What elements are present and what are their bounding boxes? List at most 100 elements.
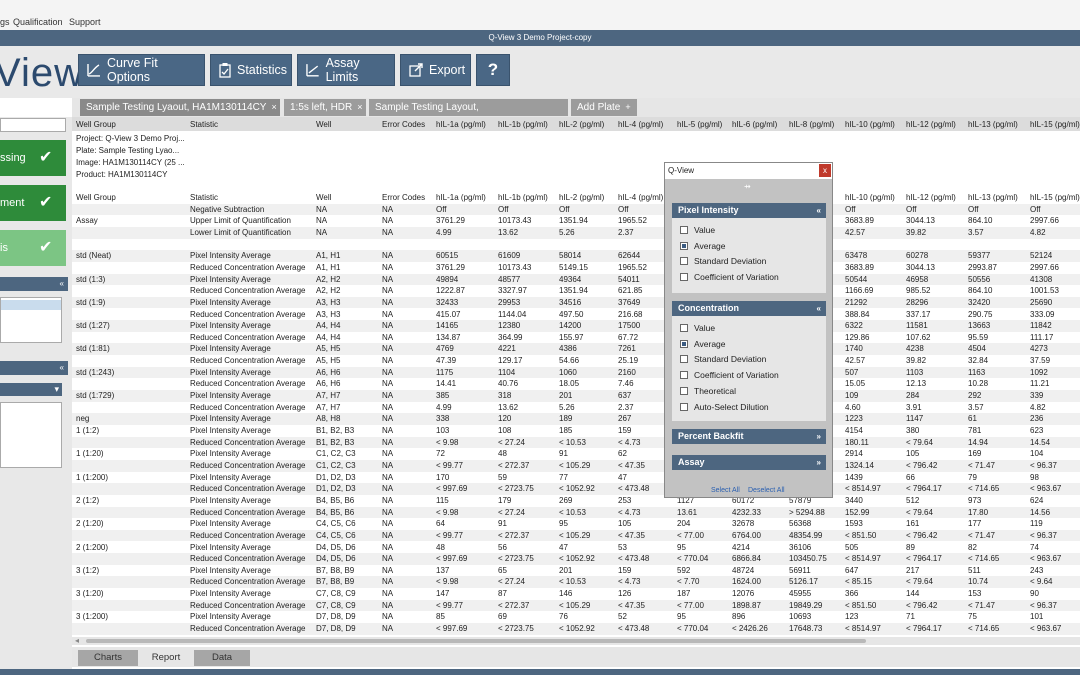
- column-header[interactable]: hIL-5 (pg/ml): [677, 120, 722, 129]
- column-header[interactable]: hIL-1a (pg/ml): [436, 120, 486, 129]
- checkbox[interactable]: [680, 355, 688, 364]
- tab-data[interactable]: Data: [194, 650, 250, 666]
- column-header[interactable]: hIL-10 (pg/ml): [845, 120, 895, 129]
- scrollbar-thumb[interactable]: [86, 639, 866, 643]
- column-header[interactable]: hIL-2 (pg/ml): [559, 120, 604, 129]
- select-all-link[interactable]: Select All: [711, 487, 740, 494]
- app-logo: View: [0, 51, 84, 95]
- close-icon[interactable]: x: [819, 164, 831, 177]
- table-cell: NA: [382, 507, 394, 517]
- checkbox[interactable]: [680, 273, 688, 282]
- sidebar-item-alignment[interactable]: ment ✔: [0, 185, 66, 221]
- table-cell: < 963.67: [1030, 484, 1062, 494]
- table-cell: neg: [76, 414, 90, 424]
- checkbox[interactable]: [680, 339, 688, 348]
- assay-limits-button[interactable]: Assay Limits: [297, 54, 395, 86]
- column-header[interactable]: hIL-1b (pg/ml): [498, 120, 548, 129]
- sidebar-list-selected[interactable]: [1, 300, 61, 310]
- table-row: 2 (1:2) Pixel Intensity Average B4, B5, B6…: [72, 495, 1080, 507]
- menu-item-qualification[interactable]: Qualification: [13, 17, 63, 27]
- table-cell: < 770.04: [677, 624, 709, 634]
- column-header[interactable]: hIL-8 (pg/ml): [789, 120, 834, 129]
- help-button[interactable]: ?: [476, 54, 510, 86]
- option-coefficient-of-variation[interactable]: Coefficient of Variation: [680, 272, 779, 282]
- option-standard-deviation[interactable]: Standard Deviation: [680, 256, 766, 266]
- option-auto-select-dilution[interactable]: Auto-Select Dilution: [680, 402, 769, 412]
- table-cell: A5, H5: [316, 356, 341, 366]
- sidebar-dropdown[interactable]: ▾: [0, 383, 62, 396]
- sidebar-section-header[interactable]: «: [0, 277, 68, 291]
- sidebar-list[interactable]: [0, 402, 62, 468]
- checkbox[interactable]: [680, 324, 688, 332]
- table-cell: 179: [498, 495, 512, 505]
- table-cell: 91: [559, 449, 568, 459]
- table-cell: < 105.29: [559, 530, 591, 540]
- table-row: Reduced Concentration Average D7, D8, D9 N…: [72, 623, 1080, 635]
- column-header[interactable]: Statistic: [190, 120, 218, 129]
- horizontal-scrollbar[interactable]: ◂: [72, 636, 1080, 645]
- option-standard-deviation[interactable]: Standard Deviation: [680, 354, 766, 364]
- checkbox[interactable]: [680, 241, 688, 250]
- table-cell: D1, D2, D3: [316, 484, 356, 494]
- sidebar-list[interactable]: [0, 297, 62, 343]
- sidebar-search-input[interactable]: [0, 118, 66, 132]
- table-cell: 13663: [968, 321, 991, 331]
- sidebar-item-processing[interactable]: ssing ✔: [0, 140, 66, 176]
- column-header[interactable]: Well Group: [76, 120, 116, 129]
- scroll-left-icon[interactable]: ◂: [75, 636, 79, 645]
- option-average[interactable]: Average: [680, 241, 726, 251]
- checkbox[interactable]: [680, 257, 688, 266]
- table-cell: NA: [382, 554, 394, 564]
- plate-tabs: Sample Testing Lyaout, HA1M130114CY × 1:5…: [72, 98, 1080, 130]
- table-cell: 385: [436, 391, 450, 401]
- tab-charts[interactable]: Charts: [78, 650, 138, 666]
- menu-item-support[interactable]: Support: [69, 17, 101, 27]
- tab-1-5s-left-hdr[interactable]: 1:5s left, HDR ×: [284, 99, 366, 116]
- table-cell: 973: [968, 495, 982, 505]
- checkbox[interactable]: [680, 386, 688, 395]
- column-header[interactable]: hIL-6 (pg/ml): [732, 120, 777, 129]
- close-icon[interactable]: ×: [357, 102, 362, 112]
- tab-sample-testing-layout-rcsm[interactable]: Sample Testing Layout, RCSM120622CY×: [369, 99, 568, 130]
- sidebar-item-analysis[interactable]: is ✔: [0, 230, 66, 266]
- column-header[interactable]: hIL-13 (pg/ml): [968, 120, 1018, 129]
- table-cell: NA: [382, 624, 394, 634]
- tab-add-plate[interactable]: Add Plate +: [571, 99, 637, 116]
- option-label: Average: [694, 338, 726, 349]
- column-header[interactable]: hIL-15 (pg/ml): [1030, 120, 1080, 129]
- pixel-intensity-header[interactable]: Pixel Intensity «: [672, 203, 826, 218]
- chevron-down-icon: ▾: [54, 384, 59, 394]
- option-theoretical[interactable]: Theoretical: [680, 386, 736, 396]
- column-header[interactable]: Well: [316, 120, 331, 129]
- checkbox[interactable]: [680, 371, 688, 380]
- column-header[interactable]: hIL-12 (pg/ml): [906, 120, 956, 129]
- assay-header[interactable]: Assay »: [672, 455, 826, 470]
- option-coefficient-of-variation[interactable]: Coefficient of Variation: [680, 370, 779, 380]
- table-cell: 42.57: [845, 227, 866, 237]
- table-cell: 61609: [498, 251, 521, 261]
- close-icon[interactable]: ×: [271, 102, 276, 112]
- tab-report[interactable]: Report: [138, 650, 194, 666]
- statistics-button[interactable]: Statistics: [210, 54, 292, 86]
- menu-item-settings[interactable]: gs: [0, 17, 10, 27]
- table-cell: NA: [382, 484, 394, 494]
- popup-title: Q-View: [665, 163, 832, 179]
- checkbox[interactable]: [680, 402, 688, 411]
- export-button[interactable]: Export: [400, 54, 471, 86]
- option-average[interactable]: Average: [680, 339, 726, 349]
- pin-icon[interactable]: ⇸: [744, 182, 751, 191]
- column-header[interactable]: Error Codes: [382, 120, 425, 129]
- concentration-header[interactable]: Concentration «: [672, 301, 826, 316]
- sidebar-section-header[interactable]: «: [0, 361, 68, 375]
- percent-backfit-header[interactable]: Percent Backfit »: [672, 429, 826, 444]
- column-header[interactable]: hIL-4 (pg/ml): [618, 120, 663, 129]
- option-value[interactable]: Value: [680, 323, 715, 333]
- table-cell: 101: [1030, 612, 1044, 622]
- tab-sample-testing-lyaout[interactable]: Sample Testing Lyaout, HA1M130114CY ×: [80, 99, 280, 116]
- checkbox[interactable]: [680, 226, 688, 234]
- option-label: Value: [694, 225, 716, 235]
- table-cell: 1898.87: [732, 600, 761, 610]
- curve-fit-options-button[interactable]: Curve Fit Options: [78, 54, 205, 86]
- deselect-all-link[interactable]: Deselect All: [748, 487, 785, 494]
- option-value[interactable]: Value: [680, 225, 715, 235]
